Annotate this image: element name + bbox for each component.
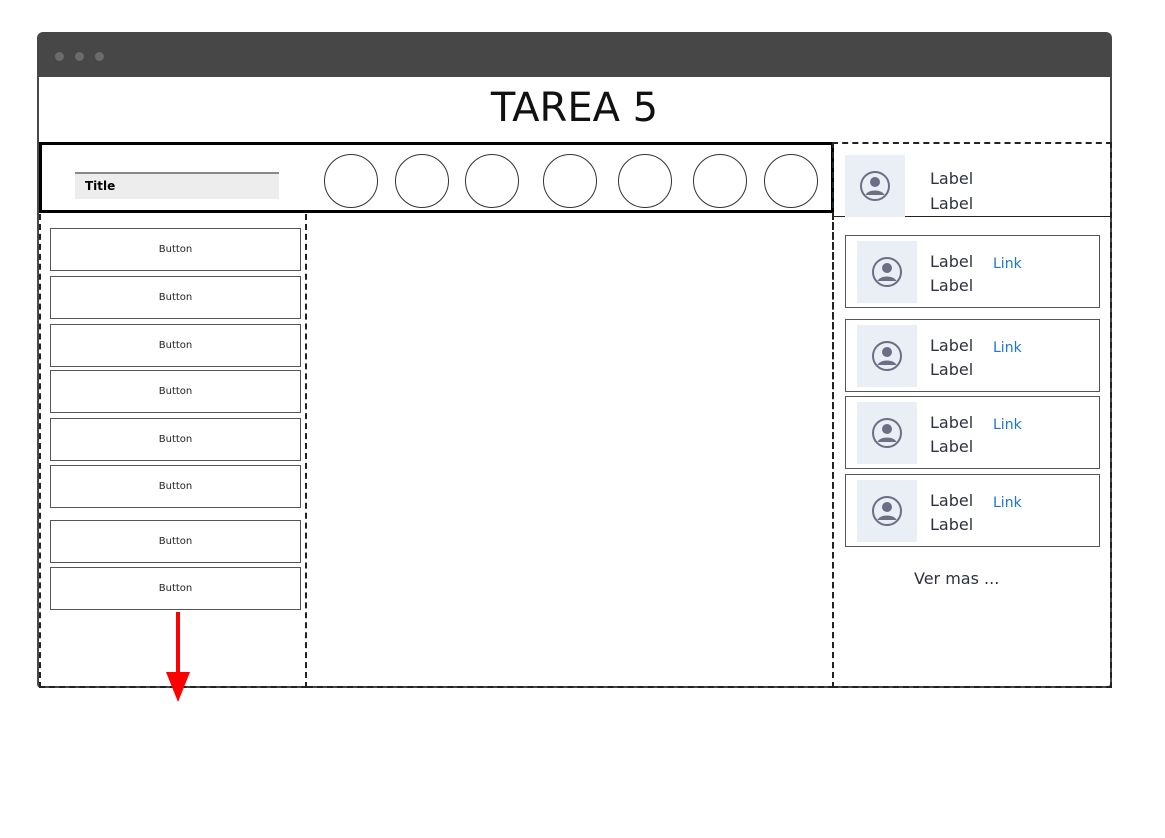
card-link[interactable]: Link [993, 256, 1022, 272]
card-label: Label [930, 360, 974, 379]
circle-placeholder[interactable] [618, 154, 672, 208]
sidebar-button[interactable]: Button [50, 370, 301, 413]
current-user-header: Label Label [833, 142, 1111, 217]
user-avatar-icon [872, 418, 902, 448]
card-label: Label [930, 413, 974, 432]
window-dot-icon[interactable] [55, 52, 64, 61]
sidebar-button[interactable]: Button [50, 228, 301, 271]
sidebar-button[interactable]: Button [50, 324, 301, 367]
page-title: TAREA 5 [490, 85, 659, 131]
card-label: Label [930, 491, 974, 510]
header-bar: Title [39, 142, 834, 213]
sidebar-button[interactable]: Button [50, 465, 301, 508]
user-avatar-icon [872, 496, 902, 526]
card-label: Label [930, 515, 974, 534]
circle-placeholder[interactable] [395, 154, 449, 208]
card-label: Label [930, 252, 974, 271]
user-label: Label [930, 194, 974, 213]
sidebar-button[interactable]: Button [50, 276, 301, 319]
card-label: Label [930, 276, 974, 295]
circle-placeholder[interactable] [465, 154, 519, 208]
window-dot-icon[interactable] [95, 52, 104, 61]
window-titlebar [37, 32, 1112, 77]
user-label: Label [930, 169, 974, 188]
sidebar-button[interactable]: Button [50, 418, 301, 461]
card-link[interactable]: Link [993, 340, 1022, 356]
user-card[interactable]: Label Label Link [845, 235, 1100, 308]
card-link[interactable]: Link [993, 495, 1022, 511]
circle-placeholder[interactable] [693, 154, 747, 208]
avatar [857, 325, 917, 387]
left-sidebar: Button Button Button Button Button Butto… [39, 214, 307, 688]
user-card[interactable]: Label Label Link [845, 474, 1100, 547]
circle-placeholder[interactable] [543, 154, 597, 208]
user-card[interactable]: Label Label Link [845, 319, 1100, 392]
user-avatar-icon [872, 257, 902, 287]
user-avatar-icon [872, 341, 902, 371]
card-label: Label [930, 336, 974, 355]
window-dot-icon[interactable] [75, 52, 84, 61]
title-field[interactable]: Title [75, 172, 279, 199]
user-avatar-icon [860, 171, 890, 201]
card-link[interactable]: Link [993, 417, 1022, 433]
avatar [857, 241, 917, 303]
sidebar-button[interactable]: Button [50, 567, 301, 610]
user-card[interactable]: Label Label Link [845, 396, 1100, 469]
card-label: Label [930, 437, 974, 456]
avatar [857, 480, 917, 542]
circle-placeholder[interactable] [764, 154, 818, 208]
main-content-area [307, 214, 834, 688]
avatar [845, 155, 905, 217]
circle-placeholder[interactable] [324, 154, 378, 208]
see-more-link[interactable]: Ver mas ... [914, 569, 999, 588]
sidebar-button[interactable]: Button [50, 520, 301, 563]
avatar [857, 402, 917, 464]
